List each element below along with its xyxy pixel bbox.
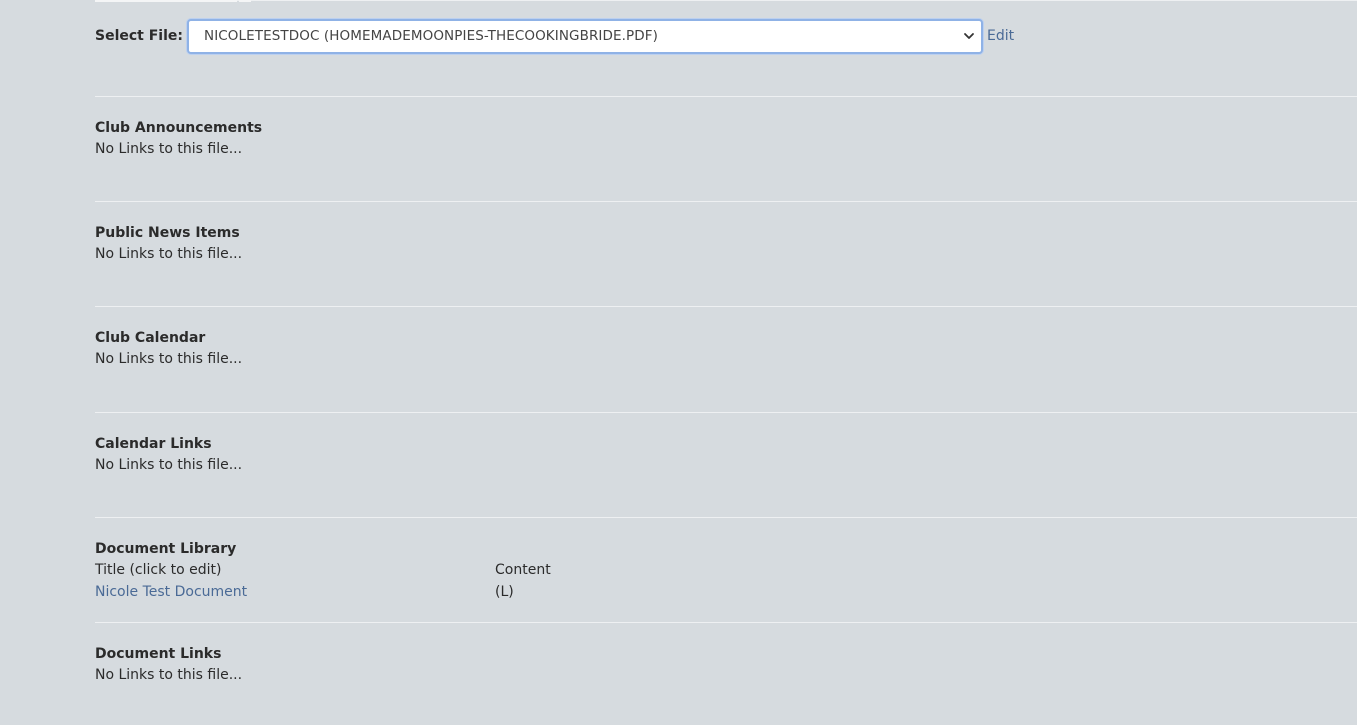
section-title: Calendar Links: [95, 436, 212, 452]
section-empty-text: No Links to this file...: [95, 141, 243, 157]
document-content-value: (L): [495, 584, 514, 600]
section-title: Club Calendar: [95, 330, 206, 346]
section-club-calendar: Club Calendar No Links to this file...: [95, 328, 1357, 370]
file-select-value: NICOLETESTDOC (HOMEMADEMOONPIES-THECOOKI…: [204, 28, 659, 44]
section-public-news-items: Public News Items No Links to this file.…: [95, 223, 1357, 265]
section-divider: [95, 622, 1357, 623]
document-table: Title (click to edit) Content Nicole Tes…: [95, 559, 795, 603]
section-title: Document Library: [95, 541, 237, 557]
section-title: Document Links: [95, 646, 222, 662]
edit-file-link[interactable]: Edit: [987, 28, 1014, 44]
select-file-label: Select File:: [95, 28, 183, 44]
file-selector-row: Select File: NICOLETESTDOC (HOMEMADEMOON…: [95, 16, 1014, 56]
page: Select File: NICOLETESTDOC (HOMEMADEMOON…: [0, 0, 1357, 725]
section-divider: [95, 517, 1357, 518]
document-title-link[interactable]: Nicole Test Document: [95, 581, 247, 603]
section-empty-text: No Links to this file...: [95, 246, 243, 262]
section-divider: [95, 306, 1357, 307]
section-empty-text: No Links to this file...: [95, 351, 243, 367]
section-divider: [95, 96, 1357, 97]
section-calendar-links: Calendar Links No Links to this file...: [95, 434, 1357, 476]
section-title: Club Announcements: [95, 120, 263, 136]
section-empty-text: No Links to this file...: [95, 457, 243, 473]
top-divider: [95, 0, 1357, 1]
section-divider: [95, 201, 1357, 202]
top-tab-indicator: [95, 0, 237, 2]
section-document-links: Document Links No Links to this file...: [95, 644, 1357, 686]
file-select[interactable]: NICOLETESTDOC (HOMEMADEMOONPIES-THECOOKI…: [187, 18, 983, 54]
chevron-down-icon: [964, 32, 974, 39]
section-document-library: Document Library Title (click to edit) C…: [95, 539, 1357, 603]
section-divider: [95, 412, 1357, 413]
column-header-title: Title (click to edit): [95, 562, 222, 578]
section-title: Public News Items: [95, 225, 240, 241]
column-header-content: Content: [495, 562, 551, 578]
top-tab-indicator-secondary: [239, 0, 251, 2]
section-club-announcements: Club Announcements No Links to this file…: [95, 118, 1357, 160]
section-empty-text: No Links to this file...: [95, 667, 243, 683]
